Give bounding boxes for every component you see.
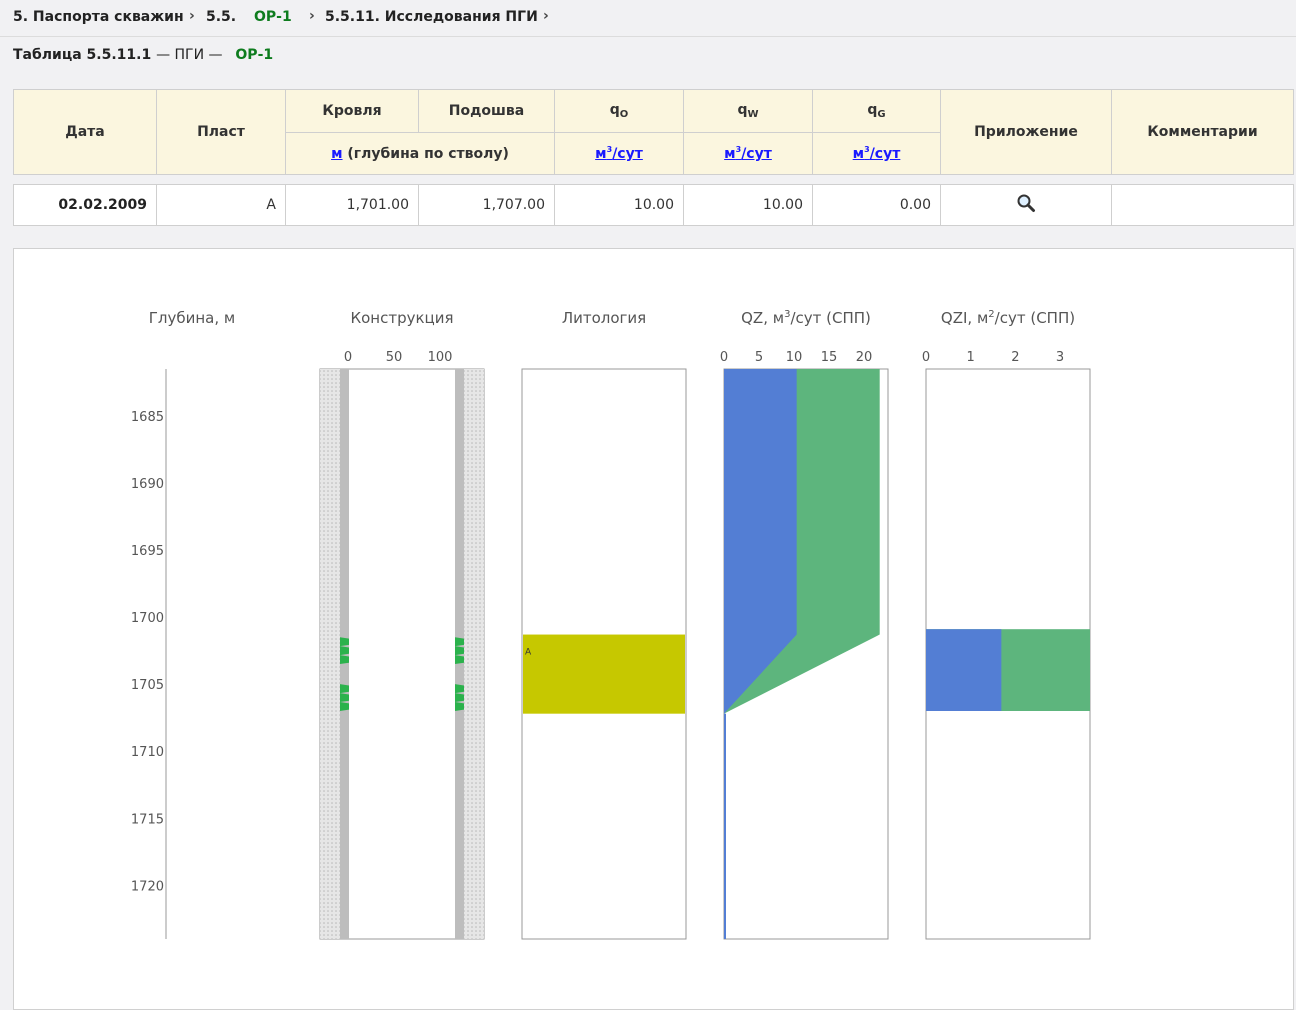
depth-tick-label: 1685: [131, 410, 164, 425]
qo-unit-link[interactable]: м3/сут: [595, 145, 643, 162]
perforation-mark: [340, 684, 349, 711]
log-chart-panel: Глубина, м Конструкция Литология QZ, м3/…: [13, 248, 1294, 1010]
cell-qg: 0.00: [812, 184, 941, 226]
qzi-tick-label: 0: [922, 350, 930, 365]
header-bottom[interactable]: Подошва: [418, 89, 555, 133]
table-number: Таблица 5.5.11.1: [13, 47, 152, 63]
cell-comment: [1111, 184, 1294, 226]
depth-tick-label: 1715: [131, 812, 164, 827]
pgi-table: Дата Пласт Кровля Подошва qO qW qG Прило…: [13, 89, 1294, 226]
qz-tick-label: 0: [720, 350, 728, 365]
table-caption: Таблица 5.5.11.1 — ПГИ — ОР-1: [13, 47, 273, 63]
depth-axis: 1685 1690 1695 1700 1705 1710 1715 1720: [131, 410, 164, 894]
header-comments: Комментарии: [1111, 89, 1294, 175]
track-title-qzi: QZI, м2/сут (СПП): [941, 309, 1075, 327]
table-row[interactable]: 02.02.2009 A 1,701.00 1,707.00 10.00 10.…: [13, 184, 1294, 226]
breadcrumb: 5. Паспорта скважин › 5.5. ОР-1 › 5.5.11…: [0, 0, 1296, 37]
lithology-interval: [523, 634, 685, 714]
header-qw-unit: м3/сут: [683, 132, 813, 175]
header-qg-unit: м3/сут: [812, 132, 941, 175]
qw-unit-link[interactable]: м3/сут: [724, 145, 772, 162]
cell-qw: 10.00: [683, 184, 813, 226]
cell-qo: 10.00: [554, 184, 684, 226]
depth-tick-label: 1720: [131, 879, 164, 894]
qzi-tick-label: 1: [967, 350, 975, 365]
header-attachment: Приложение: [940, 89, 1112, 175]
track-title-lithology: Литология: [562, 309, 646, 327]
header-depth-unit: м (глубина по стволу): [285, 132, 555, 175]
depth-tick-label: 1705: [131, 678, 164, 693]
table-spacer: [13, 174, 1294, 185]
qzi-tick-label: 2: [1011, 350, 1019, 365]
depth-tick-label: 1690: [131, 477, 164, 492]
depth-tick-label: 1700: [131, 611, 164, 626]
depth-unit-link[interactable]: м: [331, 146, 342, 162]
q-letter: q: [737, 102, 748, 118]
cell-date: 02.02.2009: [13, 184, 157, 226]
breadcrumb-separator: ›: [543, 8, 549, 24]
table-well[interactable]: ОР-1: [235, 47, 273, 63]
magnifier-icon[interactable]: [1016, 193, 1036, 217]
perforation-mark: [455, 637, 464, 665]
construction-track: 0 50 100: [319, 350, 485, 940]
q-letter: q: [867, 102, 878, 118]
track-title-construction: Конструкция: [350, 309, 453, 327]
cell-layer: A: [156, 184, 286, 226]
breadcrumb-item-section[interactable]: 5.5.: [206, 9, 236, 25]
depth-tick-label: 1710: [131, 745, 164, 760]
q-subscript: W: [747, 109, 759, 120]
cell-attachment: [940, 184, 1112, 226]
breadcrumb-item-pgi[interactable]: 5.5.11. Исследования ПГИ: [325, 9, 538, 25]
table-type: — ПГИ —: [156, 47, 223, 63]
lithology-label: A: [525, 648, 532, 658]
qg-unit-link[interactable]: м3/сут: [853, 145, 901, 162]
construction-tick-label: 0: [344, 350, 352, 365]
q-letter: q: [609, 102, 620, 118]
header-date[interactable]: Дата: [13, 89, 157, 175]
header-top[interactable]: Кровля: [285, 89, 419, 133]
qz-tick-label: 5: [755, 350, 763, 365]
header-qo[interactable]: qO: [554, 89, 684, 133]
q-subscript: O: [619, 109, 629, 120]
track-title-depth: Глубина, м: [149, 309, 235, 327]
outer-casing-left: [320, 369, 340, 939]
breadcrumb-separator: ›: [189, 8, 195, 24]
qz-tick-label: 10: [786, 350, 803, 365]
log-chart: Глубина, м Конструкция Литология QZ, м3/…: [131, 309, 1091, 940]
qz-track: 0 5 10 15 20: [720, 350, 889, 940]
track-title-qz: QZ, м3/сут (СПП): [741, 309, 871, 327]
perforation-mark: [455, 684, 464, 711]
q-subscript: G: [877, 109, 886, 120]
depth-unit-note: (глубина по стволу): [342, 145, 509, 162]
header-qg[interactable]: qG: [812, 89, 941, 133]
construction-tick-label: 50: [386, 350, 403, 365]
header-layer[interactable]: Пласт: [156, 89, 286, 175]
qzi-tick-label: 3: [1056, 350, 1064, 365]
lithology-track: A: [521, 368, 687, 940]
outer-casing-right: [464, 369, 484, 939]
header-qo-unit: м3/сут: [554, 132, 684, 175]
breadcrumb-separator: ›: [309, 8, 315, 24]
depth-tick-label: 1695: [131, 544, 164, 559]
qzi-bar: [926, 629, 1002, 711]
qz-tick-label: 15: [821, 350, 838, 365]
header-qw[interactable]: qW: [683, 89, 813, 133]
qzi-track: 0 1 2 3: [922, 350, 1091, 940]
qz-tick-label: 20: [856, 350, 873, 365]
breadcrumb-item-well[interactable]: ОР-1: [254, 9, 292, 25]
construction-tick-label: 100: [428, 350, 453, 365]
breadcrumb-item-passports[interactable]: 5. Паспорта скважин: [13, 9, 184, 25]
cell-bottom: 1,707.00: [418, 184, 555, 226]
perforation-mark: [340, 637, 349, 665]
cell-top: 1,701.00: [285, 184, 419, 226]
